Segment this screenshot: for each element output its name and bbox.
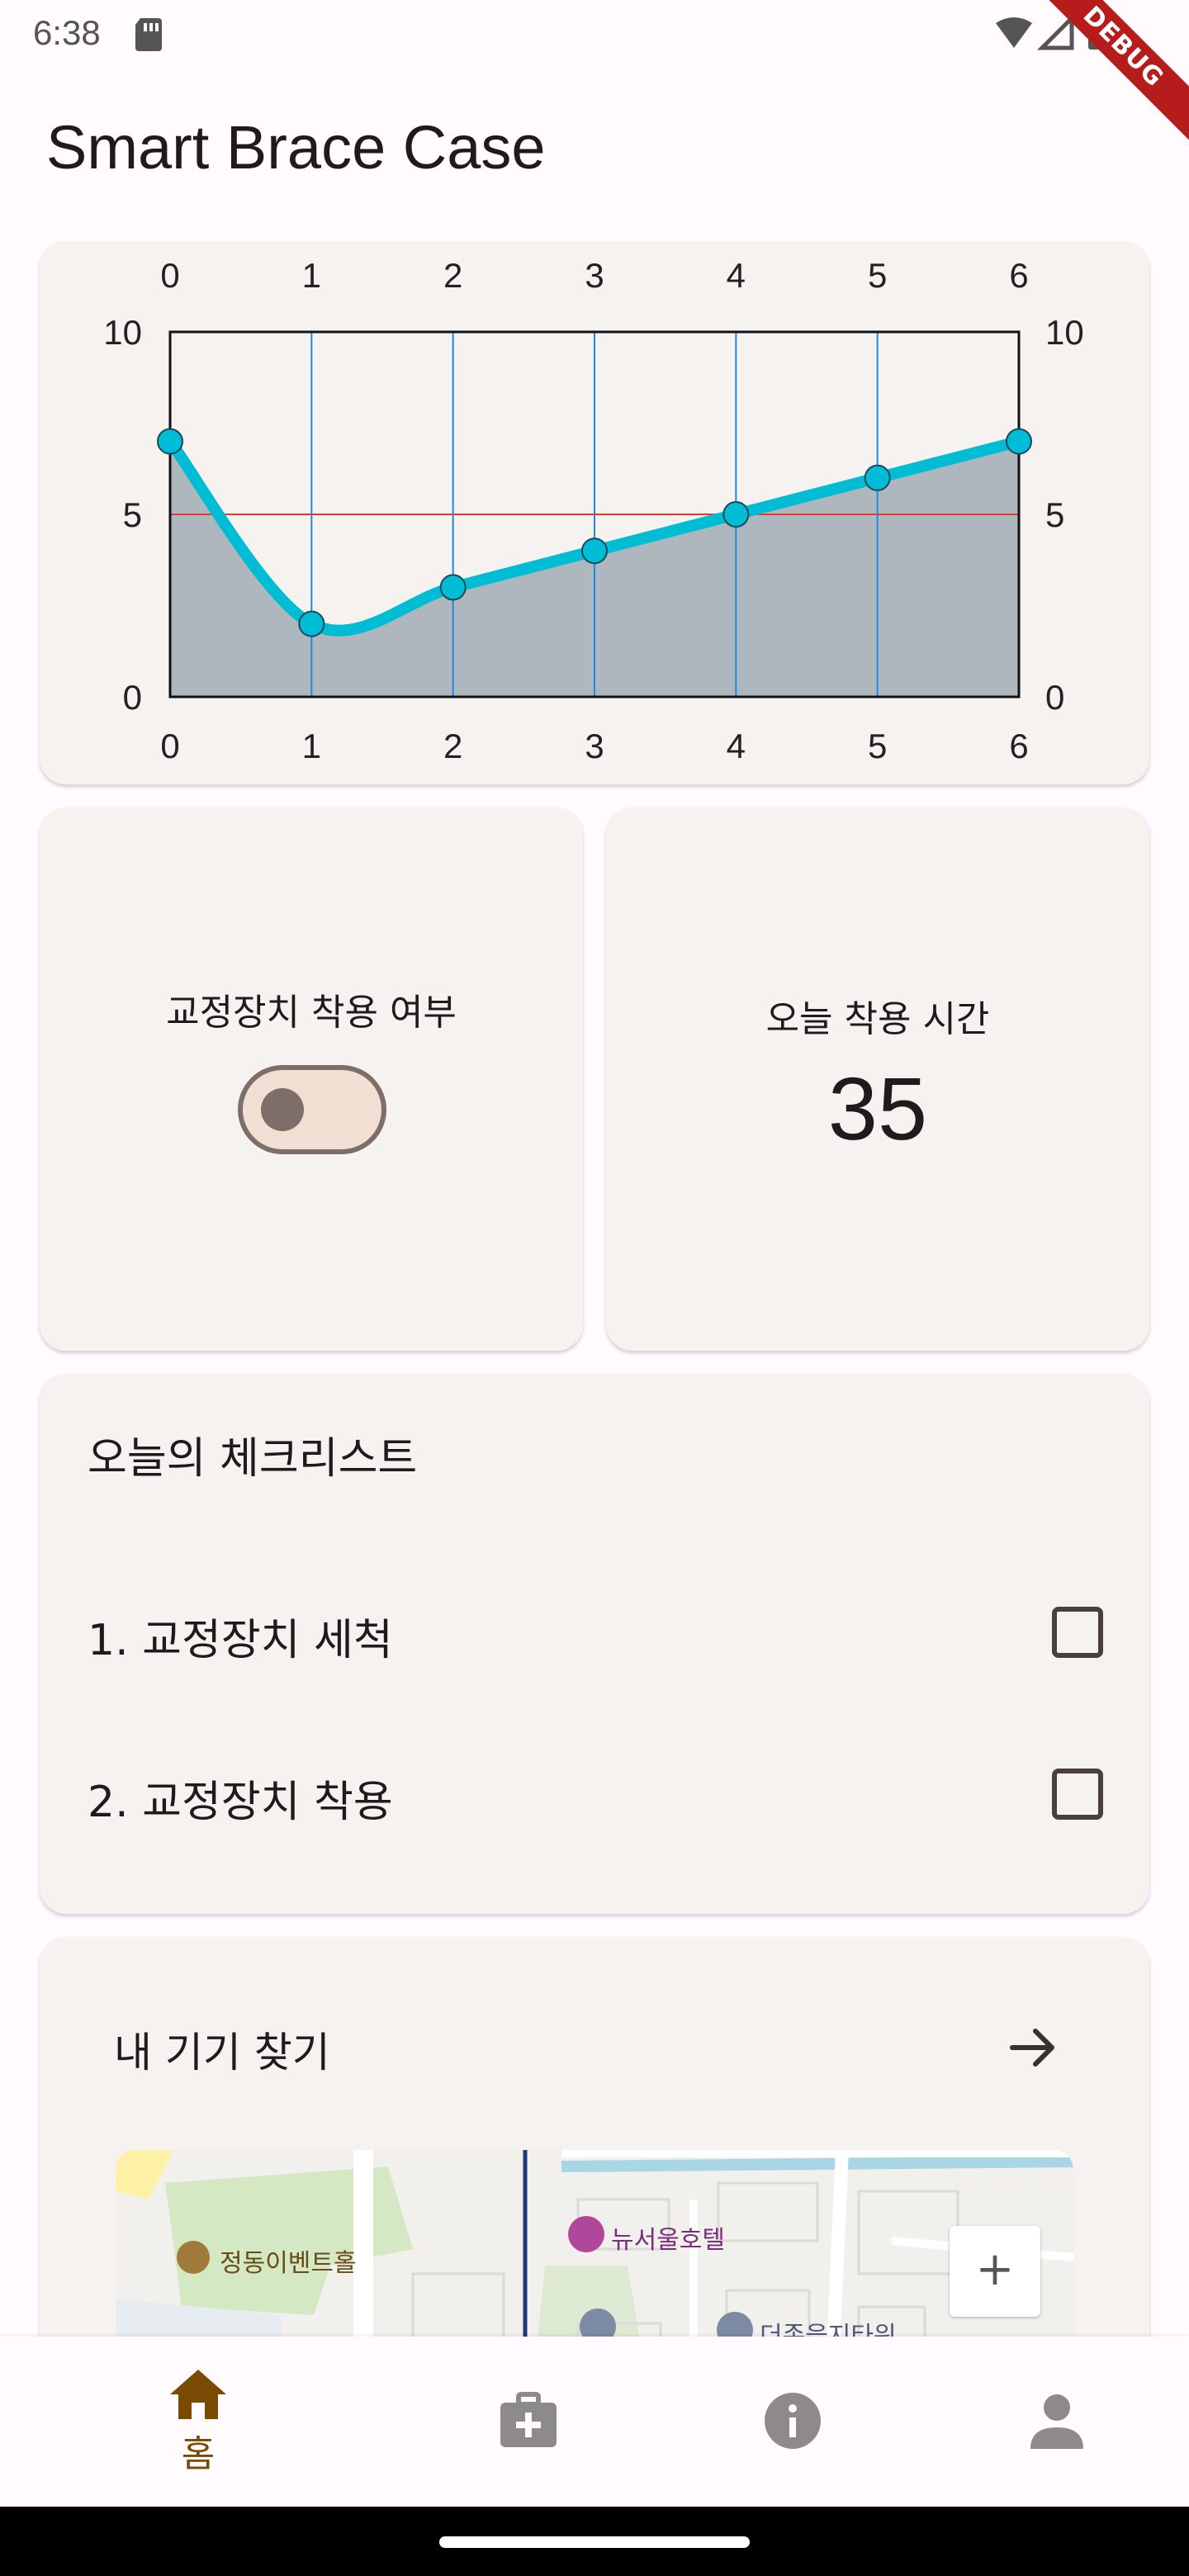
system-navigation-bar (0, 2507, 1189, 2576)
nav-item-profile[interactable] (908, 2337, 1189, 2507)
checklist-item: 2. 교정장치 착용 (88, 1750, 1103, 1833)
status-bar: 6:38 (0, 0, 1189, 69)
chart-x-tick-label: 5 (868, 727, 887, 765)
nav-item-home[interactable]: 홈 (50, 2337, 347, 2507)
chart-y-tick-label: 0 (123, 678, 142, 717)
map-label-event-hall: 정동이벤트홀 (220, 2249, 357, 2278)
map-label-hotel: 뉴서울호텔 (611, 2226, 725, 2255)
checklist-item-label: 1. 교정장치 세척 (88, 1616, 393, 1665)
find-device-title: 내 기기 찾기 (114, 2029, 330, 2076)
chart-y-tick-label: 5 (123, 495, 142, 534)
nav-label-home: 홈 (181, 2433, 216, 2475)
wear-toggle[interactable] (238, 1065, 386, 1154)
chart-x-tick-label: 6 (1009, 256, 1028, 295)
chart-point (1006, 428, 1032, 455)
checklist-title: 오늘의 체크리스트 (88, 1434, 418, 1484)
chart-x-tick-label: 5 (868, 256, 887, 295)
chart-x-tick-label: 6 (1009, 727, 1028, 765)
sd-card-icon (135, 18, 162, 51)
bottom-navigation: 홈 (0, 2337, 1189, 2507)
chart-y-tick-label: 10 (1045, 313, 1084, 352)
map-zoom-in-button[interactable]: + (950, 2226, 1040, 2317)
signal-icon (1036, 15, 1074, 50)
chart-x-tick-label: 4 (727, 727, 746, 765)
wear-brace-checkbox[interactable] (1052, 1769, 1103, 1820)
wear-line-chart: 001122334455660 05 510 10 (103, 256, 1084, 765)
chart-x-tick-label: 3 (585, 256, 604, 295)
chart-point (439, 574, 467, 601)
chart-point (157, 428, 183, 455)
home-icon (170, 2370, 226, 2419)
nav-item-medical[interactable] (380, 2337, 677, 2507)
chart-x-tick-label: 1 (302, 727, 321, 765)
toggle-knob (261, 1088, 304, 1131)
chart-x-tick-label: 4 (727, 256, 746, 295)
wear-chart-card: 0 0 1 1 2 2 3 3 4 4 5 5 6 6 0 0 5 5 10 10 (40, 241, 1149, 784)
wear-status-card: 교정장치 착용 여부 (40, 807, 583, 1351)
chart-point (298, 610, 325, 637)
home-gesture-pill[interactable] (439, 2536, 750, 2548)
chart-x-tick-label: 1 (302, 256, 321, 295)
nav-item-info[interactable] (644, 2337, 941, 2507)
chart-x-tick-label: 2 (443, 727, 462, 765)
medical-kit-icon (500, 2392, 557, 2447)
chart-y-tick-label: 0 (1045, 678, 1064, 717)
chart-y-tick-label: 10 (103, 313, 142, 352)
wear-time-label: 오늘 착용 시간 (765, 998, 990, 1040)
arrow-right-icon[interactable] (1007, 2021, 1060, 2074)
chart-x-tick-label: 0 (160, 256, 179, 295)
chart-point (581, 537, 608, 565)
person-icon (1030, 2394, 1083, 2449)
info-icon (765, 2393, 821, 2449)
chart-x-tick-label: 0 (160, 727, 179, 765)
chart-x-tick-label: 3 (585, 727, 604, 765)
chart-x-tick-label: 2 (443, 256, 462, 295)
app-title: Smart Brace Case (46, 113, 546, 182)
wear-status-label: 교정장치 착용 여부 (166, 992, 457, 1034)
checklist-card: 오늘의 체크리스트 1. 교정장치 세척 2. 교정장치 착용 (40, 1374, 1149, 1914)
chart-y-tick-label: 5 (1045, 495, 1064, 534)
status-time: 6:38 (33, 13, 101, 52)
chart-point (864, 464, 891, 491)
wear-time-card: 오늘 착용 시간 35 (606, 807, 1149, 1351)
checklist-item-label: 2. 교정장치 착용 (88, 1778, 393, 1827)
wear-time-value: 35 (827, 1058, 928, 1158)
checklist-item: 1. 교정장치 세척 (88, 1589, 1103, 1671)
clean-brace-checkbox[interactable] (1052, 1607, 1103, 1658)
chart-point (722, 501, 750, 528)
wifi-icon (996, 17, 1032, 48)
